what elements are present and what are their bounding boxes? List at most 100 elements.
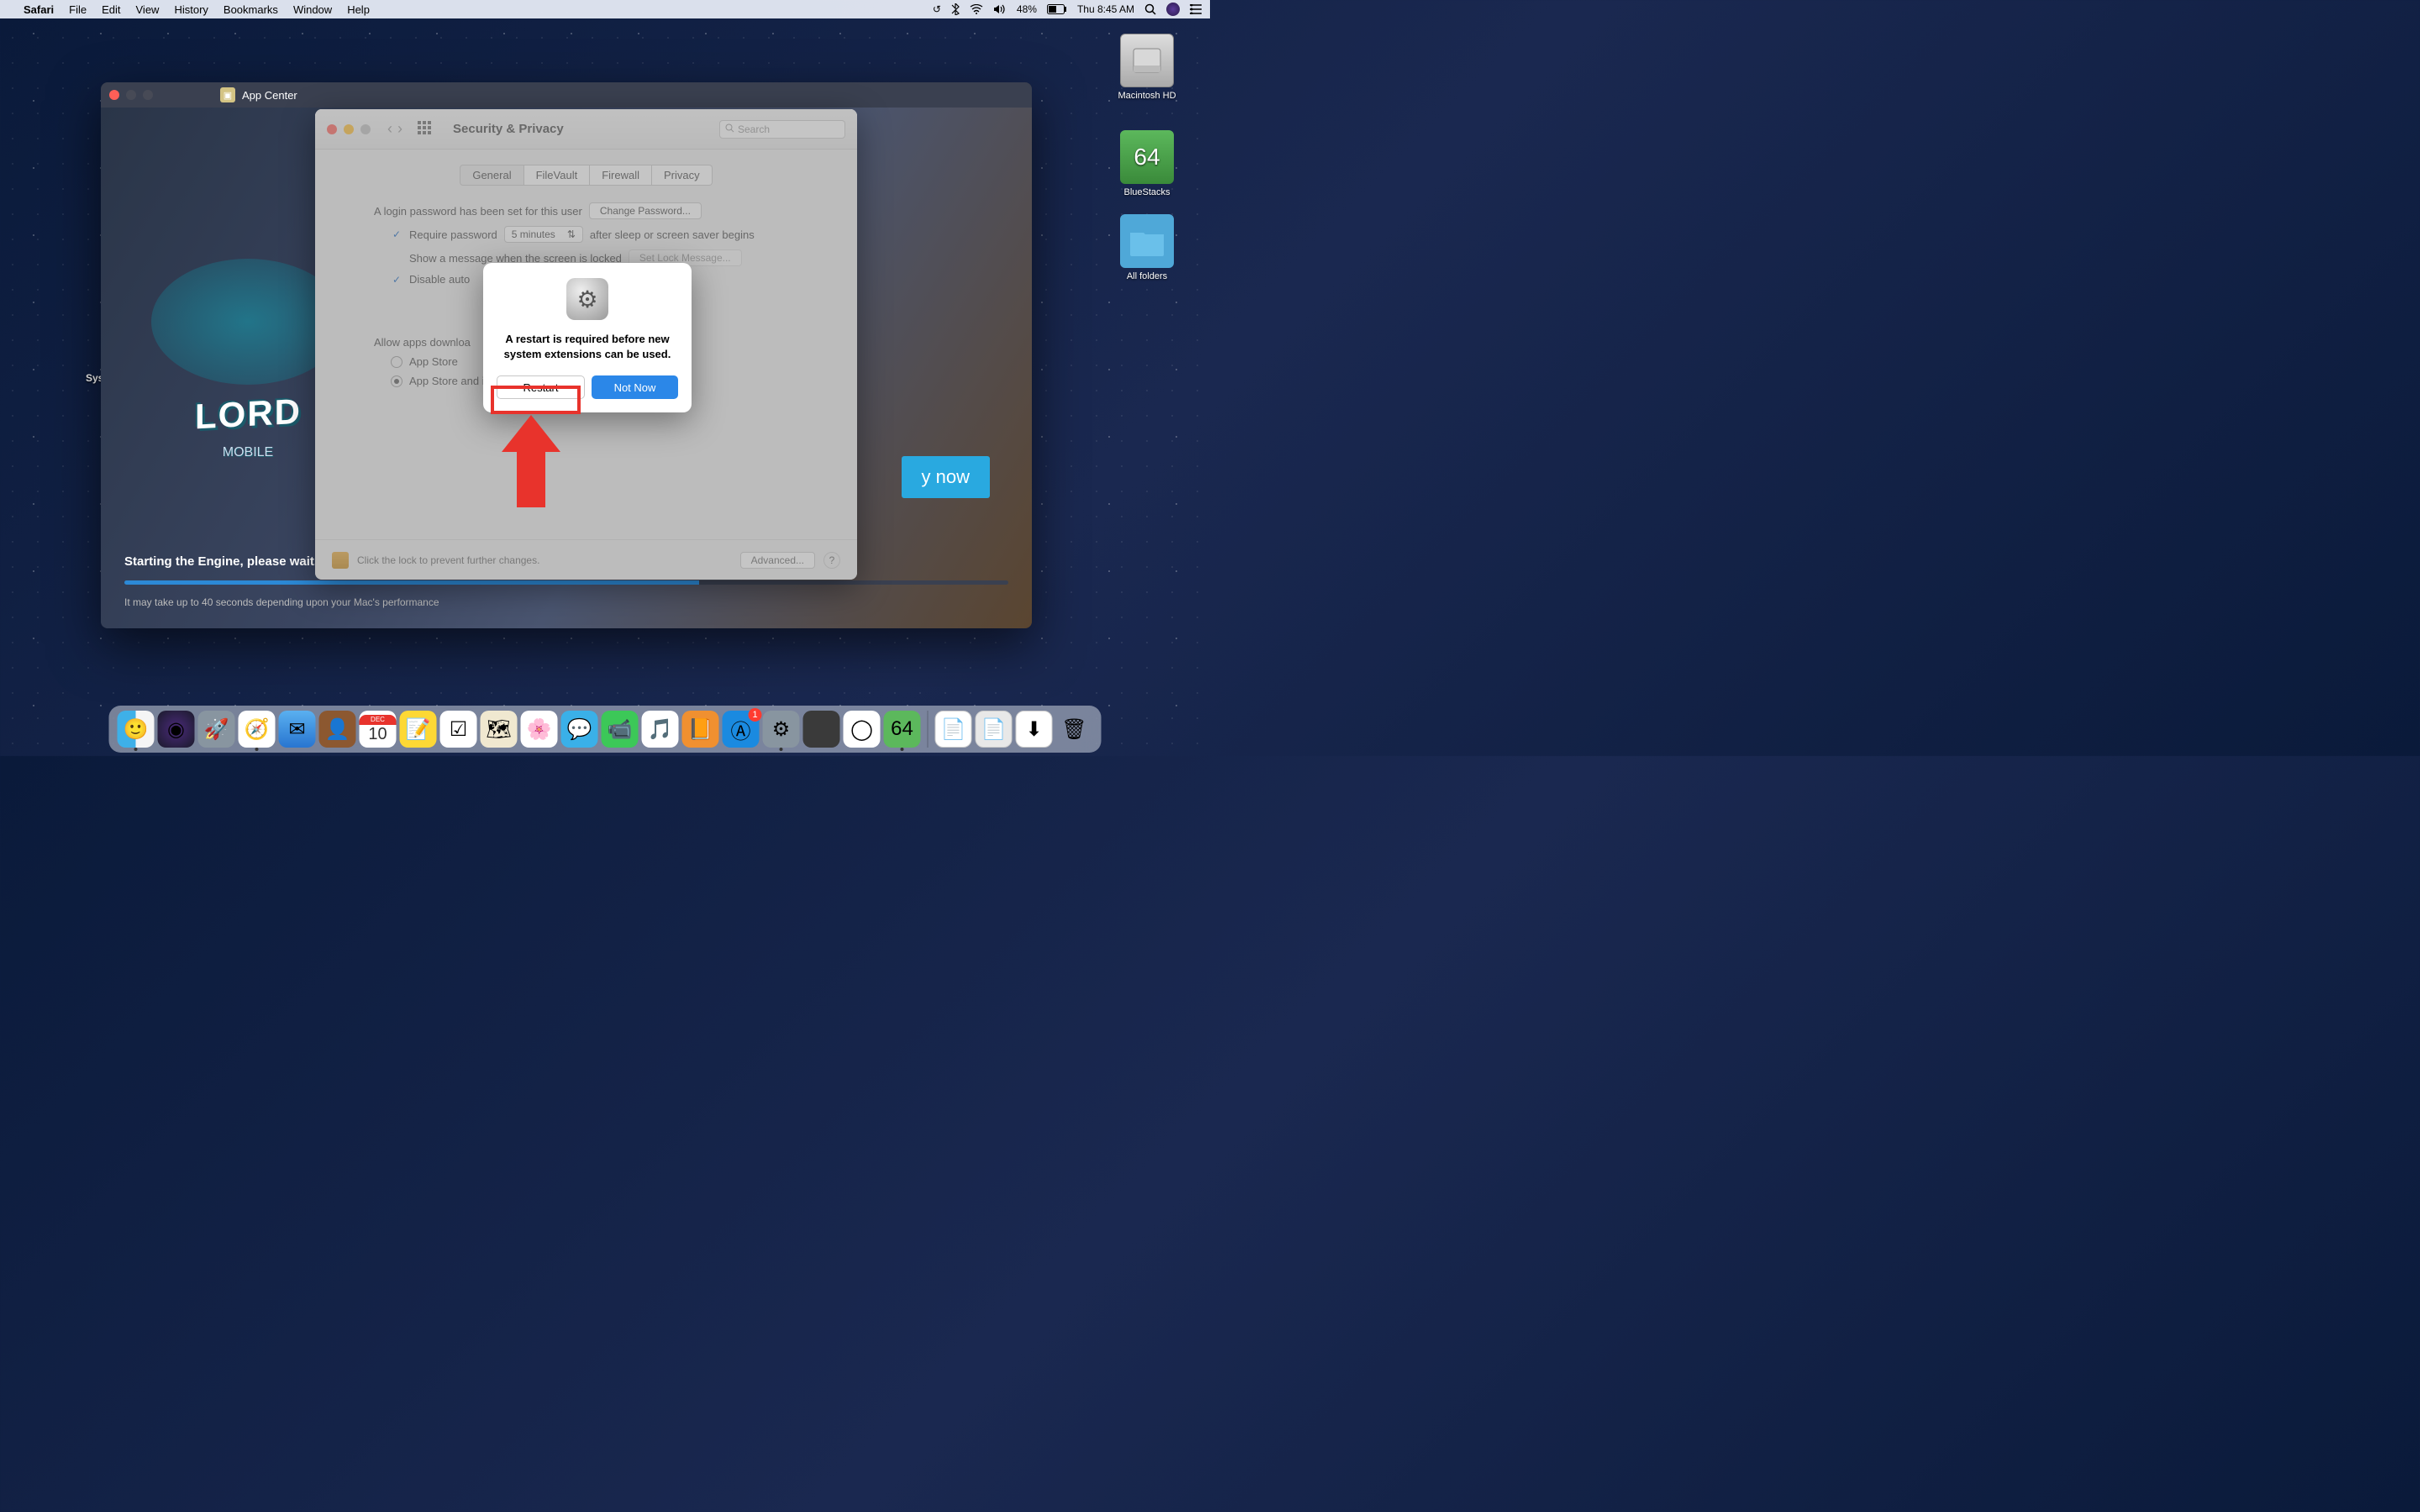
desktop-icon-allfolders[interactable]: All folders [1109, 214, 1185, 281]
dock-siri[interactable]: ◉ [158, 711, 195, 748]
dock-launchpad[interactable]: 🚀 [198, 711, 235, 748]
play-now-button[interactable]: y now [902, 456, 990, 498]
zoom-button[interactable] [143, 90, 153, 100]
search-icon [725, 123, 734, 135]
dock-appstore[interactable]: Ⓐ1 [723, 711, 760, 748]
tab-firewall[interactable]: Firewall [590, 165, 652, 186]
wifi-icon[interactable] [970, 4, 983, 14]
zoom-button[interactable] [360, 124, 371, 134]
notification-center-icon[interactable] [1190, 4, 1202, 14]
dock-facetime[interactable]: 📹 [602, 711, 639, 748]
timemachine-icon[interactable]: ↺ [933, 3, 941, 15]
battery-percentage[interactable]: 48% [1017, 3, 1037, 15]
dock-apple-support[interactable] [803, 711, 840, 748]
dock-notes[interactable]: 📝 [400, 711, 437, 748]
desktop-icon-label: Macintosh HD [1109, 91, 1185, 101]
chevron-updown-icon: ⇅ [567, 228, 576, 240]
menu-file[interactable]: File [69, 3, 87, 16]
app-menu[interactable]: Safari [24, 3, 54, 16]
menu-window[interactable]: Window [293, 3, 332, 16]
dock-system-preferences[interactable]: ⚙ [763, 711, 800, 748]
menu-bookmarks[interactable]: Bookmarks [224, 3, 278, 16]
dock-messages[interactable]: 💬 [561, 711, 598, 748]
annotation-arrow [502, 415, 560, 507]
battery-icon[interactable] [1047, 4, 1067, 14]
dock-document[interactable]: 📄 [976, 711, 1013, 748]
dock-photos[interactable]: 🌸 [521, 711, 558, 748]
show-message-checkbox[interactable] [391, 252, 402, 264]
menu-bar: Safari File Edit View History Bookmarks … [0, 0, 1210, 18]
close-button[interactable] [327, 124, 337, 134]
desktop-icon-hd[interactable]: Macintosh HD [1109, 34, 1185, 101]
tab-filevault[interactable]: FileVault [524, 165, 591, 186]
dock-finder[interactable]: 🙂 [118, 711, 155, 748]
require-password-label: Require password [409, 228, 497, 241]
appcenter-title: App Center [242, 89, 297, 102]
dock-calendar[interactable]: DEC 10 [360, 711, 397, 748]
menu-view[interactable]: View [136, 3, 160, 16]
menu-history[interactable]: History [174, 3, 208, 16]
tab-general[interactable]: General [460, 165, 523, 186]
dock: 🙂 ◉ 🚀 🧭 ✉ 👤 DEC 10 📝 ☑ 🗺 🌸 💬 📹 🎵 📙 Ⓐ1 ⚙ … [109, 706, 1102, 753]
dock-ibooks[interactable]: 📙 [682, 711, 719, 748]
minimize-button[interactable] [126, 90, 136, 100]
allow-apps-label: Allow apps downloa [374, 336, 471, 349]
after-sleep-label: after sleep or screen saver begins [590, 228, 755, 241]
annotation-highlight-box [491, 386, 581, 414]
desktop-icon-label: All folders [1109, 271, 1185, 281]
forward-button[interactable]: › [397, 120, 402, 138]
menu-edit[interactable]: Edit [102, 3, 120, 16]
advanced-button[interactable]: Advanced... [740, 552, 815, 569]
secpriv-footer: Click the lock to prevent further change… [315, 539, 857, 580]
secpriv-tabs: General FileVault Firewall Privacy [315, 165, 857, 186]
bluetooth-icon[interactable] [951, 3, 960, 15]
back-button[interactable]: ‹ [387, 120, 392, 138]
desktop-icon-label: BlueStacks [1109, 187, 1185, 197]
gear-icon: ⚙ [566, 278, 608, 320]
help-button[interactable]: ? [823, 552, 840, 569]
radio-appstore[interactable] [391, 356, 402, 368]
search-field[interactable]: Search [719, 120, 845, 139]
appcenter-icon: ▣ [220, 87, 235, 102]
dock-trash[interactable]: 🗑 [1056, 711, 1093, 748]
dialog-text: A restart is required before newsystem e… [497, 332, 678, 362]
clock[interactable]: Thu 8:45 AM [1077, 3, 1134, 15]
menu-help[interactable]: Help [347, 3, 370, 16]
volume-icon[interactable] [993, 4, 1007, 14]
require-password-checkbox[interactable]: ✓ [391, 228, 402, 240]
dock-downloads[interactable]: ⬇ [1016, 711, 1053, 748]
dock-itunes[interactable]: 🎵 [642, 711, 679, 748]
dock-document[interactable]: 📄 [935, 711, 972, 748]
radio-appstore-label: App Store [409, 355, 458, 368]
secpriv-title: Security & Privacy [453, 122, 564, 136]
secpriv-toolbar: ‹ › Security & Privacy Search [315, 109, 857, 150]
lock-text: Click the lock to prevent further change… [357, 554, 539, 566]
disable-auto-label: Disable auto [409, 273, 470, 286]
not-now-button[interactable]: Not Now [592, 375, 678, 399]
minimize-button[interactable] [344, 124, 354, 134]
dock-safari[interactable]: 🧭 [239, 711, 276, 748]
siri-icon[interactable] [1166, 3, 1180, 16]
folder-icon [1120, 214, 1174, 268]
show-all-icon[interactable] [418, 121, 431, 137]
password-delay-select[interactable]: 5 minutes⇅ [504, 226, 583, 243]
harddrive-icon [1120, 34, 1174, 87]
dock-reminders[interactable]: ☑ [440, 711, 477, 748]
status-subtitle: It may take up to 40 seconds depending u… [124, 596, 1008, 608]
dock-chrome[interactable]: ◯ [844, 711, 881, 748]
tab-privacy[interactable]: Privacy [652, 165, 713, 186]
disable-auto-checkbox[interactable]: ✓ [391, 274, 402, 286]
dock-contacts[interactable]: 👤 [319, 711, 356, 748]
lock-icon[interactable] [332, 552, 349, 569]
desktop-icon-bluestacks[interactable]: 64 BlueStacks [1109, 130, 1185, 197]
close-button[interactable] [109, 90, 119, 100]
dock-separator [928, 711, 929, 748]
change-password-button[interactable]: Change Password... [589, 202, 702, 219]
dock-maps[interactable]: 🗺 [481, 711, 518, 748]
appcenter-titlebar[interactable]: ▣ App Center [101, 82, 1032, 108]
dock-bluestacks[interactable]: 64 [884, 711, 921, 748]
radio-identified[interactable] [391, 375, 402, 387]
dock-mail[interactable]: ✉ [279, 711, 316, 748]
bluestacks-icon: 64 [1120, 130, 1174, 184]
spotlight-icon[interactable] [1144, 3, 1156, 15]
